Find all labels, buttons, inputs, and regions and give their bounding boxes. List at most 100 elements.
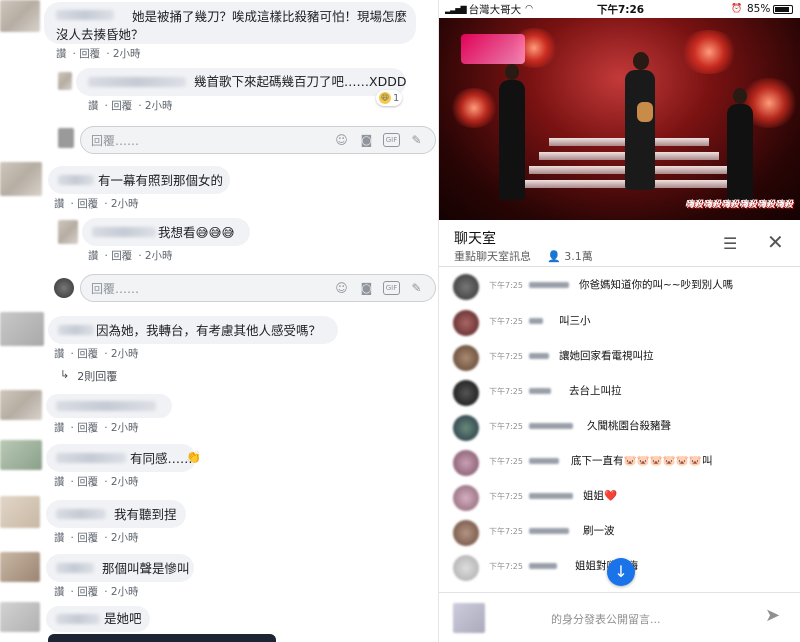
reply-placeholder: 回覆…… bbox=[91, 281, 140, 296]
commenter-name[interactable] bbox=[56, 10, 114, 20]
gif-icon[interactable]: GIF bbox=[383, 133, 400, 147]
arrow-down-icon: ↓ bbox=[614, 562, 628, 581]
camera-icon[interactable]: ◙ bbox=[358, 132, 375, 149]
reply-input[interactable]: 回覆…… ☺ ◙ GIF ✎ bbox=[80, 274, 436, 302]
chat-input[interactable]: 的身分發表公開留言... bbox=[495, 605, 755, 631]
chat-title: 聊天室 bbox=[454, 231, 496, 247]
avatar[interactable] bbox=[0, 496, 40, 528]
message-time: 下午7:25 bbox=[489, 457, 523, 466]
commenter-name[interactable] bbox=[56, 453, 126, 463]
commenter-name[interactable] bbox=[56, 563, 94, 573]
avatar[interactable] bbox=[453, 415, 479, 441]
sticker-icon[interactable]: ✎ bbox=[408, 280, 425, 297]
comment-bubble: 有一幕有照到那個女的 bbox=[48, 166, 230, 194]
avatar[interactable] bbox=[453, 274, 479, 300]
avatar[interactable] bbox=[453, 450, 479, 476]
like-link[interactable]: 讚 bbox=[54, 532, 65, 544]
avatar[interactable] bbox=[453, 555, 479, 581]
author-name[interactable] bbox=[529, 528, 569, 534]
timestamp[interactable]: 2小時 bbox=[145, 100, 173, 112]
author-name[interactable] bbox=[529, 318, 543, 324]
view-replies-link[interactable]: ↳ 2則回覆 bbox=[60, 368, 117, 384]
comment-bubble: 那個叫聲是慘叫 bbox=[46, 554, 194, 582]
commenter-name[interactable] bbox=[56, 401, 156, 411]
send-icon[interactable]: ➤ bbox=[765, 605, 780, 626]
comment-bubble bbox=[46, 394, 172, 418]
timestamp[interactable]: 2小時 bbox=[111, 198, 139, 210]
like-link[interactable]: 讚 bbox=[54, 348, 65, 360]
timestamp[interactable]: 2小時 bbox=[111, 422, 139, 434]
comment-actions: 讚 · 回覆 · 2小時 bbox=[88, 100, 173, 112]
avatar[interactable] bbox=[0, 312, 44, 346]
timestamp[interactable]: 2小時 bbox=[111, 476, 139, 488]
emoji-icon[interactable]: ☺ bbox=[333, 132, 350, 149]
reply-input[interactable]: 回覆…… ☺ ◙ GIF ✎ bbox=[80, 126, 436, 154]
camera-icon[interactable]: ◙ bbox=[358, 280, 375, 297]
like-link[interactable]: 讚 bbox=[54, 422, 65, 434]
comment-actions: 讚 · 回覆 · 2小時 bbox=[54, 422, 139, 434]
avatar[interactable] bbox=[453, 485, 479, 511]
avatar[interactable] bbox=[0, 602, 40, 632]
timestamp[interactable]: 2小時 bbox=[111, 532, 139, 544]
reply-link[interactable]: 回覆 bbox=[77, 586, 98, 598]
like-link[interactable]: 讚 bbox=[88, 100, 99, 112]
gif-icon[interactable]: GIF bbox=[383, 281, 400, 295]
avatar[interactable] bbox=[453, 310, 479, 336]
avatar[interactable] bbox=[453, 520, 479, 546]
author-name[interactable] bbox=[529, 282, 569, 288]
avatar[interactable] bbox=[0, 162, 42, 196]
timestamp[interactable]: 2小時 bbox=[145, 250, 173, 262]
chat-mode-selector[interactable]: 重點聊天室訊息 bbox=[454, 248, 531, 264]
author-name[interactable] bbox=[529, 458, 559, 464]
sticker-icon[interactable]: ✎ bbox=[408, 132, 425, 149]
avatar[interactable] bbox=[58, 72, 72, 90]
avatar[interactable] bbox=[0, 440, 42, 470]
like-link[interactable]: 讚 bbox=[54, 586, 65, 598]
reaction-badge[interactable]: 😆 1 bbox=[376, 90, 403, 106]
commenter-name[interactable] bbox=[56, 509, 106, 519]
timestamp[interactable]: 2小時 bbox=[111, 586, 139, 598]
commenter-name[interactable] bbox=[58, 325, 94, 335]
avatar[interactable] bbox=[58, 220, 78, 244]
author-name[interactable] bbox=[529, 353, 549, 359]
like-link[interactable]: 讚 bbox=[54, 198, 65, 210]
video-player[interactable]: 嗨殺嗨殺嗨殺嗨殺嗨殺嗨殺 bbox=[439, 18, 800, 220]
commenter-name[interactable] bbox=[56, 614, 100, 624]
commenter-name[interactable] bbox=[88, 77, 186, 87]
reply-link[interactable]: 回覆 bbox=[111, 250, 132, 262]
avatar[interactable] bbox=[453, 380, 479, 406]
reply-link[interactable]: 回覆 bbox=[111, 100, 132, 112]
attached-image[interactable] bbox=[48, 634, 276, 642]
filter-icon[interactable]: ☰ bbox=[723, 234, 737, 253]
like-link[interactable]: 讚 bbox=[56, 48, 67, 60]
avatar[interactable] bbox=[0, 390, 42, 420]
reply-link[interactable]: 回覆 bbox=[77, 476, 98, 488]
timestamp[interactable]: 2小時 bbox=[113, 48, 141, 60]
avatar bbox=[58, 128, 74, 148]
author-name[interactable] bbox=[529, 493, 573, 499]
comment-text-line2: 沒人去揍昏她？ bbox=[56, 27, 144, 42]
author-name[interactable] bbox=[529, 388, 551, 394]
reply-link[interactable]: 回覆 bbox=[77, 198, 98, 210]
avatar[interactable] bbox=[453, 345, 479, 371]
stage-light bbox=[449, 88, 499, 128]
like-link[interactable]: 讚 bbox=[88, 250, 99, 262]
commenter-name[interactable] bbox=[92, 227, 156, 237]
reply-link[interactable]: 回覆 bbox=[77, 422, 98, 434]
timestamp[interactable]: 2小時 bbox=[111, 348, 139, 360]
reply-link[interactable]: 回覆 bbox=[77, 532, 98, 544]
emoji-icon[interactable]: ☺ bbox=[333, 280, 350, 297]
author-name[interactable] bbox=[529, 423, 573, 429]
reply-link[interactable]: 回覆 bbox=[79, 48, 100, 60]
author-name[interactable] bbox=[529, 563, 557, 569]
scroll-to-bottom-button[interactable]: ↓ bbox=[607, 558, 635, 586]
reply-link[interactable]: 回覆 bbox=[77, 348, 98, 360]
close-icon[interactable]: ✕ bbox=[767, 230, 784, 254]
commenter-name[interactable] bbox=[58, 175, 94, 185]
stage-light bbox=[679, 30, 739, 74]
avatar[interactable] bbox=[0, 552, 40, 582]
reply-placeholder: 回覆…… bbox=[91, 133, 140, 148]
message-text: 底下一直有🐷🐷🐷🐷🐷🐷叫 bbox=[571, 455, 713, 467]
avatar[interactable] bbox=[0, 0, 40, 32]
like-link[interactable]: 讚 bbox=[54, 476, 65, 488]
